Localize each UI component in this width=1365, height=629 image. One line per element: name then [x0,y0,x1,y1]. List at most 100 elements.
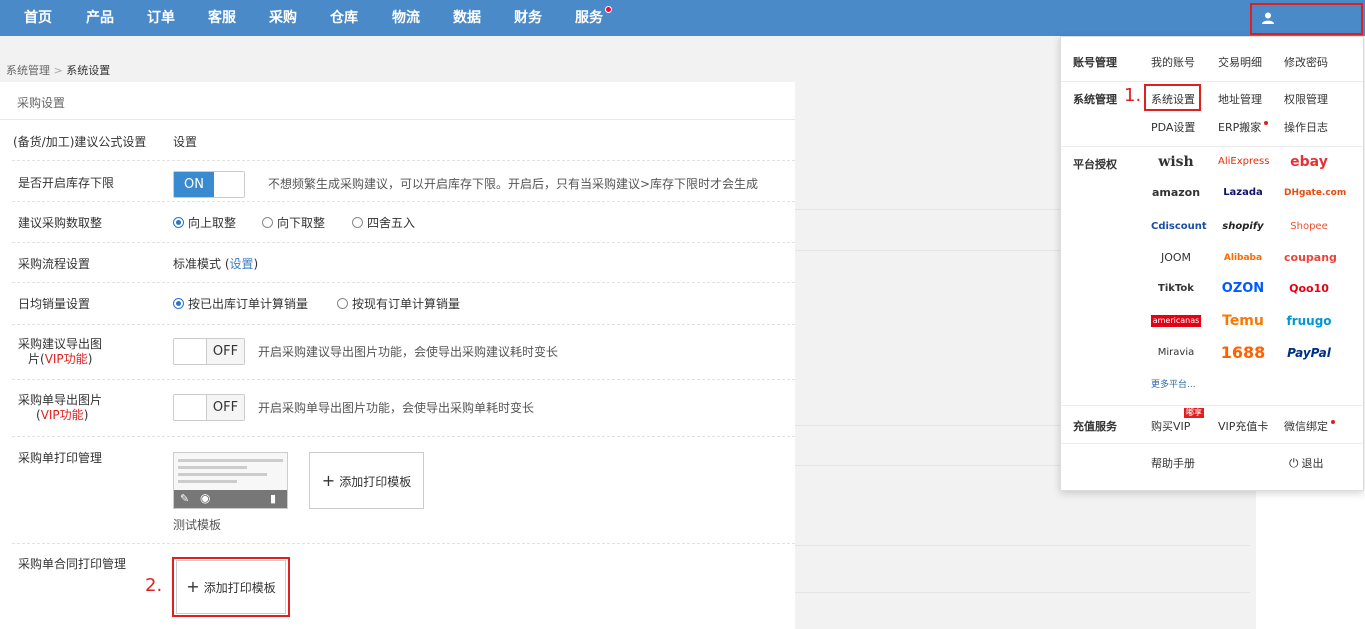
platform-logo-amazon[interactable]: amazon [1151,182,1201,204]
dd-section-system: 系统管理 [1073,93,1117,106]
platform-logo-miravia[interactable]: Miravia [1151,342,1201,364]
nav-item-products[interactable]: 产品 [86,0,114,36]
platform-logo-shopify[interactable]: shopify [1218,216,1268,238]
flow-settings-link[interactable]: 设置 [230,257,254,271]
formula-settings-link[interactable]: 设置 [173,133,197,150]
panel-title: 采购设置 [17,96,66,110]
platform-logo-wish[interactable]: wish [1151,151,1201,173]
dd-link-operation-log[interactable]: 操作日志 [1284,119,1328,135]
dd-link-change-password[interactable]: 修改密码 [1284,54,1328,70]
nav-item-data[interactable]: 数据 [453,0,481,36]
step-2-highlight [172,557,290,617]
dd-link-buy-vip[interactable]: 购买VIP [1151,418,1190,434]
print-mgmt-label: 采购单打印管理 [18,451,103,465]
order-export-toggle[interactable]: OFF [173,394,245,421]
nav-item-warehouse[interactable]: 仓库 [330,0,358,36]
thumbnail-line [178,466,247,469]
edit-icon[interactable]: ✎ [180,492,189,505]
platform-logo-alibaba[interactable]: Alibaba [1218,247,1268,269]
platform-logo-temu[interactable]: Temu [1218,310,1268,332]
dd-link-help[interactable]: 帮助手册 [1151,455,1195,471]
user-icon [1262,12,1274,24]
platform-logo-paypal[interactable]: PayPal [1284,342,1334,364]
purchase-settings-panel: 采购设置 (备货/加工)建议公式设置 设置 是否开启库存下限 ON 不想频繁生成… [0,82,795,629]
preview-icon[interactable]: ◉ [200,491,210,505]
stock-floor-toggle[interactable]: ON [173,171,245,198]
nav-item-customer-service[interactable]: 客服 [208,0,236,36]
new-dot [1264,121,1269,125]
daily-sales-label: 日均销量设置 [18,297,91,311]
logout-button[interactable]: ⏻ 退出 [1289,455,1324,471]
dd-link-erp-move[interactable]: ERP搬家 [1218,119,1269,135]
stock-floor-hint: 不想频繁生成采购建议，可以开启库存下限。开启后，只有当采购建议>库存下限时才会生… [268,177,759,191]
step-1-number: 1. [1124,85,1142,106]
print-template-thumbnail[interactable]: ✎ ◉ ▮ [173,452,288,509]
radio-unchecked-icon [262,217,273,228]
dd-link-vip-card[interactable]: VIP充值卡 [1218,418,1268,434]
dd-link-system-settings[interactable]: 系统设置 [1151,91,1195,107]
platform-logo-coupang[interactable]: coupang [1284,247,1337,269]
breadcrumb-separator: > [53,64,63,77]
row-divider [12,160,795,161]
platform-logo-cdiscount[interactable]: Cdiscount [1151,216,1207,238]
nav-item-services[interactable]: 服务 [575,0,612,36]
background-divider [795,545,1250,546]
rounding-option-down[interactable]: 向下取整 [262,214,325,231]
top-nav-bar: 首页 产品 订单 客服 采购 仓库 物流 数据 财务 服务 [0,0,1365,36]
rounding-option-round[interactable]: 四舍五入 [352,214,415,231]
platform-logo-americanas[interactable]: americanas [1151,315,1201,327]
dd-divider [1061,81,1363,82]
platform-logo-ozon[interactable]: OZON [1218,278,1268,300]
dd-divider [1061,146,1363,147]
rounding-option-up[interactable]: 向上取整 [173,214,236,231]
delete-icon[interactable]: ▮ [270,492,276,505]
platform-logo-aliexpress[interactable]: AliExpress [1218,151,1269,173]
suggest-export-label: 采购建议导出图 片(VIP功能) [18,337,103,366]
flow-label: 采购流程设置 [18,257,91,271]
dd-link-wechat-bind[interactable]: 微信绑定 [1284,418,1335,434]
formula-label: (备货/加工)建议公式设置 [13,135,147,149]
add-print-template-button[interactable]: + 添加打印模板 [309,452,424,509]
platform-logo-qoo10[interactable]: Qoo10 [1284,278,1334,300]
daily-sales-option-shipped[interactable]: 按已出库订单计算销量 [173,295,308,312]
dd-link-address[interactable]: 地址管理 [1218,91,1262,107]
daily-sales-option-existing[interactable]: 按现有订单计算销量 [337,295,460,312]
dd-section-platform: 平台授权 [1073,158,1117,171]
contract-print-label: 采购单合同打印管理 [18,557,127,571]
platform-logo-shopee[interactable]: Shopee [1284,216,1334,238]
breadcrumb: 系统管理 > 系统设置 [6,62,110,78]
platform-logo-ebay[interactable]: ebay [1284,151,1334,173]
platform-logo-dhgate[interactable]: DHgate.com [1284,182,1346,204]
nav-item-finance[interactable]: 财务 [514,0,542,36]
more-platforms-link[interactable]: 更多平台... [1151,377,1196,390]
rounding-label: 建议采购数取整 [18,216,103,230]
platform-logo-joom[interactable]: JOOM [1151,247,1201,269]
dd-link-permissions[interactable]: 权限管理 [1284,91,1328,107]
toggle-off-label: OFF [206,395,244,420]
nav-item-orders[interactable]: 订单 [147,0,175,36]
platform-logo-lazada[interactable]: Lazada [1218,182,1268,204]
nav-item-home[interactable]: 首页 [24,0,52,36]
dd-section-account: 账号管理 [1073,56,1117,69]
breadcrumb-current: 系统设置 [66,64,111,77]
nav-item-logistics[interactable]: 物流 [392,0,420,36]
order-export-hint: 开启采购单导出图片功能，会使导出采购单耗时变长 [258,401,535,415]
platform-logo-1688[interactable]: 1688 [1218,342,1268,364]
nav-item-purchase[interactable]: 采购 [269,0,297,36]
dd-link-transactions[interactable]: 交易明细 [1218,54,1262,70]
suggest-export-hint: 开启采购建议导出图片功能，会使导出采购建议耗时变长 [258,345,559,359]
dd-link-my-account[interactable]: 我的账号 [1151,54,1195,70]
row-divider [12,324,795,325]
order-export-label: 采购单导出图片 (VIP功能) [18,393,103,422]
account-dropdown-menu: 账号管理 我的账号 交易明细 修改密码 系统管理 1. 系统设置 地址管理 权限… [1060,36,1364,491]
row-divider [12,543,795,544]
platform-logo-fruugo[interactable]: fruugo [1284,310,1334,332]
platform-logo-tiktok[interactable]: TikTok [1151,278,1201,300]
suggest-export-toggle[interactable]: OFF [173,338,245,365]
radio-checked-icon [173,298,184,309]
dd-link-pda[interactable]: PDA设置 [1151,119,1195,135]
thumbnail-line [178,473,267,476]
new-dot [1331,420,1335,424]
breadcrumb-parent[interactable]: 系统管理 [6,64,50,77]
template-name: 测试模板 [173,518,222,532]
